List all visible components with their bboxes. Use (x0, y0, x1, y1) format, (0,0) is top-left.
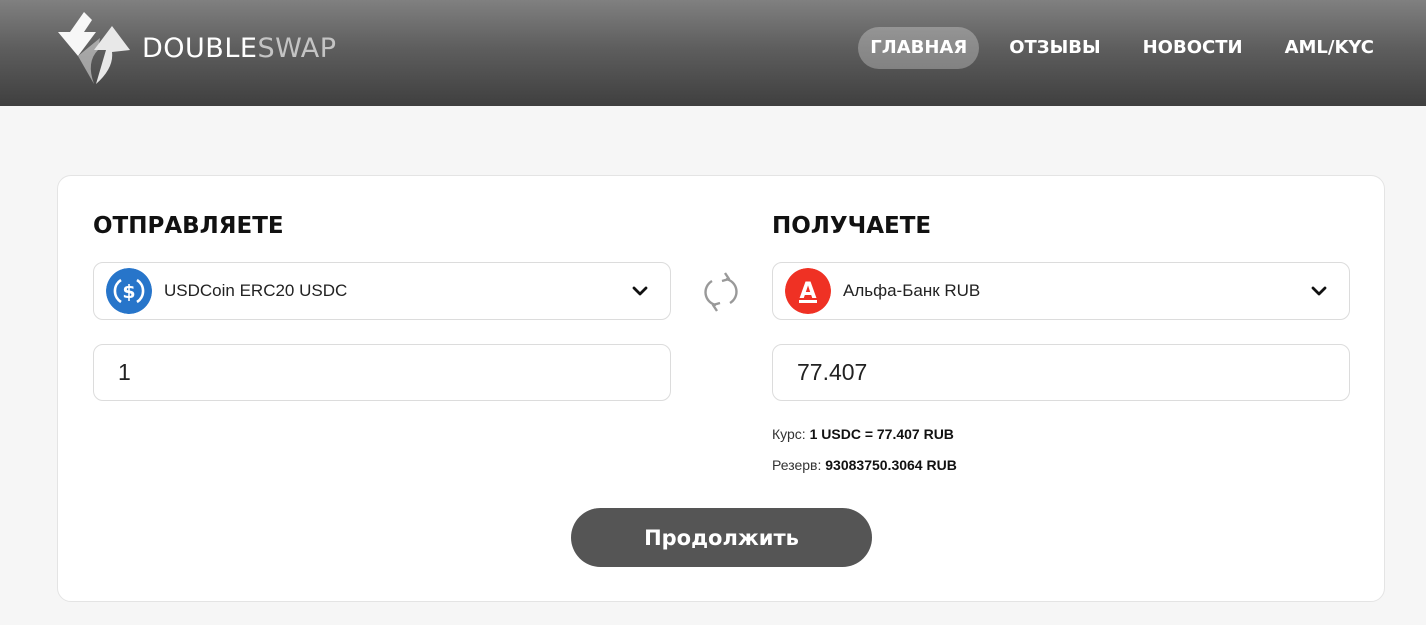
nav-item-aml-kyc[interactable]: AML/KYC (1273, 27, 1386, 69)
exchange-card: ОТПРАВЛЯЕТЕ ПОЛУЧАЕТЕ $ USDCoin ERC20 US… (57, 175, 1385, 602)
main-nav: ГЛАВНАЯ ОТЗЫВЫ НОВОСТИ AML/KYC (858, 27, 1386, 69)
send-currency-select[interactable]: $ USDCoin ERC20 USDC (93, 262, 671, 320)
receive-amount-input[interactable] (772, 344, 1350, 401)
continue-button[interactable]: Продолжить (571, 508, 872, 567)
reserve-value: 93083750.3064 RUB (825, 457, 957, 473)
exchange-rate: Курс: 1 USDC = 77.407 RUB (772, 426, 954, 442)
logo-arrows-icon (58, 12, 130, 84)
rate-label: Курс: (772, 426, 810, 442)
nav-item-reviews[interactable]: ОТЗЫВЫ (997, 27, 1112, 69)
nav-item-home[interactable]: ГЛАВНАЯ (858, 27, 980, 69)
receive-currency-label: Альфа-Банк RUB (843, 281, 981, 300)
logo-text: DOUBLESWAP (142, 32, 337, 64)
receive-currency-select[interactable]: A Альфа-Банк RUB (772, 262, 1350, 320)
svg-text:$: $ (122, 281, 135, 303)
nav-item-news[interactable]: НОВОСТИ (1131, 27, 1255, 69)
receive-title: ПОЛУЧАЕТЕ (772, 213, 932, 239)
send-title: ОТПРАВЛЯЕТЕ (93, 213, 284, 239)
usdc-icon: $ (106, 268, 152, 314)
reserve-label: Резерв: (772, 457, 826, 473)
alfa-bank-icon: A (785, 268, 831, 314)
swap-direction-icon[interactable] (698, 269, 744, 315)
send-currency-label: USDCoin ERC20 USDC (164, 281, 348, 300)
chevron-down-icon (1311, 286, 1327, 296)
reserve-info: Резерв: 93083750.3064 RUB (772, 457, 957, 473)
send-amount-input[interactable] (93, 344, 671, 401)
logo[interactable]: DOUBLESWAP (56, 10, 337, 86)
site-header: DOUBLESWAP ГЛАВНАЯ ОТЗЫВЫ НОВОСТИ AML/KY… (0, 0, 1426, 106)
rate-value: 1 USDC = 77.407 RUB (809, 426, 954, 442)
chevron-down-icon (632, 286, 648, 296)
